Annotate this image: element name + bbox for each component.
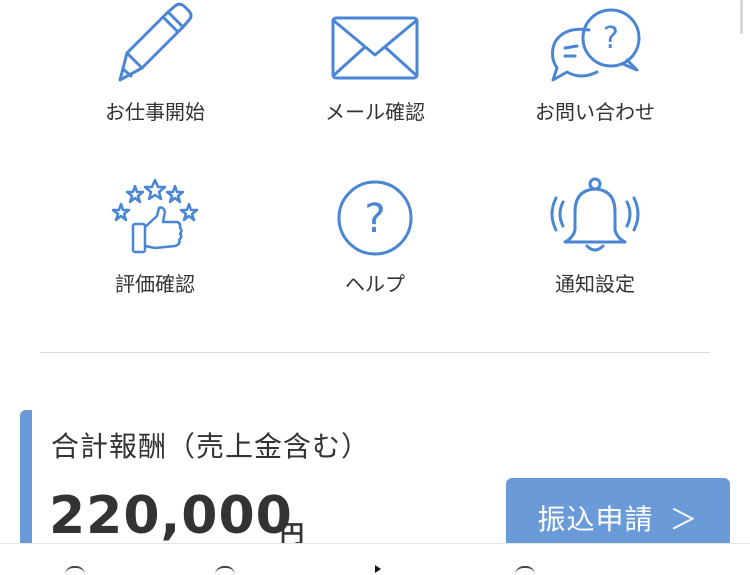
svg-text:?: ?: [603, 21, 619, 56]
bell-icon: [545, 172, 645, 262]
menu-item-start-work[interactable]: お仕事開始: [40, 0, 270, 150]
menu-item-label: ヘルプ: [345, 272, 405, 296]
total-reward-amount: 220,000: [49, 486, 293, 546]
section-divider: [40, 352, 710, 353]
bottom-nav-item[interactable]: [450, 544, 600, 573]
transfer-request-label: 振込申請: [537, 503, 654, 536]
menu-grid: お仕事開始 メール確認 ? お問い合わせ 評価確認 ? ヘルプ 通知設定: [0, 0, 750, 340]
menu-item-label: お仕事開始: [105, 100, 205, 124]
chat-bubbles-icon: ?: [545, 0, 645, 90]
total-reward-title: 合計報酬（売上金含む）: [51, 430, 371, 463]
accent-bar: [20, 410, 32, 550]
menu-item-ratings[interactable]: 評価確認: [40, 172, 270, 322]
menu-item-mail[interactable]: メール確認: [260, 0, 490, 150]
thumbs-up-stars-icon: [105, 172, 205, 262]
pencil-icon: [105, 0, 205, 90]
menu-item-inquiry[interactable]: ? お問い合わせ: [480, 0, 710, 150]
bottom-nav-item[interactable]: [0, 544, 150, 573]
question-circle-icon: ?: [325, 172, 425, 262]
menu-item-label: 評価確認: [115, 272, 195, 296]
menu-item-help[interactable]: ? ヘルプ: [260, 172, 490, 322]
svg-text:?: ?: [364, 196, 385, 242]
menu-item-label: 通知設定: [555, 272, 635, 296]
envelope-icon: [325, 0, 425, 90]
menu-item-notification-settings[interactable]: 通知設定: [480, 172, 710, 322]
chevron-right-icon: ＞: [669, 503, 699, 536]
menu-item-label: メール確認: [325, 100, 425, 124]
bottom-nav-item[interactable]: [150, 544, 300, 573]
menu-item-label: お問い合わせ: [535, 100, 655, 124]
